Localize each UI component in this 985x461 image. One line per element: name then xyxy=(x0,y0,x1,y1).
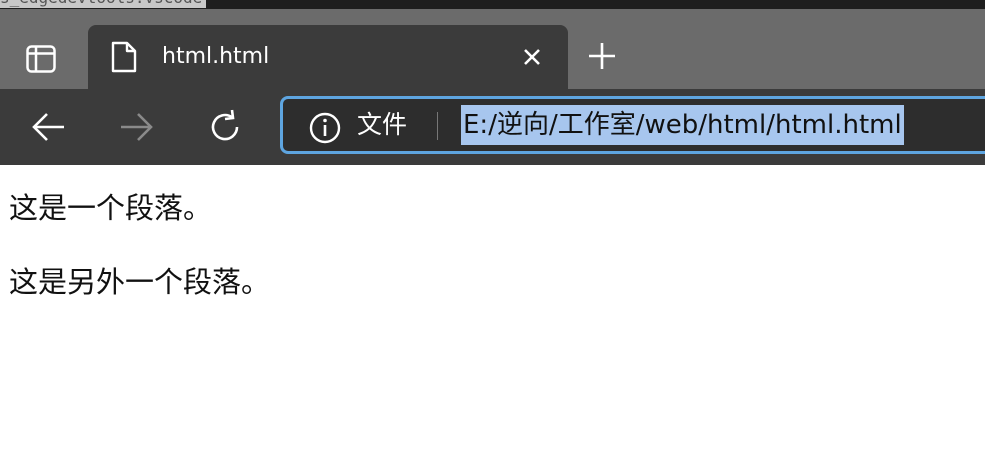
forward-button[interactable] xyxy=(117,108,155,146)
editor-tab-text: s_edgedevtools.vscode xyxy=(0,0,207,8)
tab-bar: html.html xyxy=(0,9,985,89)
address-separator xyxy=(437,112,438,140)
editor-title-strip: s_edgedevtools.vscode xyxy=(0,0,985,9)
file-icon xyxy=(110,41,138,73)
tab-actions-button[interactable] xyxy=(22,42,60,76)
arrow-right-icon xyxy=(121,113,153,141)
back-button[interactable] xyxy=(30,108,68,146)
tab-actions-icon xyxy=(26,45,56,73)
site-info-button[interactable] xyxy=(309,112,341,144)
site-label: 文件 xyxy=(357,110,408,139)
tab-close-button[interactable] xyxy=(520,45,544,69)
page-content: 这是一个段落。 这是另外一个段落。 xyxy=(0,165,985,461)
url-input[interactable]: E:/逆向/工作室/web/html/html.html xyxy=(461,105,904,145)
navigation-toolbar: 文件 E:/逆向/工作室/web/html/html.html xyxy=(0,89,985,165)
refresh-icon xyxy=(211,109,239,141)
plus-icon xyxy=(589,43,615,69)
close-icon xyxy=(524,49,540,65)
arrow-left-icon xyxy=(32,113,64,141)
address-bar[interactable]: 文件 E:/逆向/工作室/web/html/html.html xyxy=(280,96,985,154)
info-icon xyxy=(309,112,341,144)
paragraph-1: 这是一个段落。 xyxy=(9,191,213,225)
active-tab[interactable]: html.html xyxy=(88,25,568,89)
paragraph-2: 这是另外一个段落。 xyxy=(9,265,271,299)
new-tab-button[interactable] xyxy=(586,40,618,72)
tab-title: html.html xyxy=(162,44,270,69)
refresh-button[interactable] xyxy=(206,108,244,146)
